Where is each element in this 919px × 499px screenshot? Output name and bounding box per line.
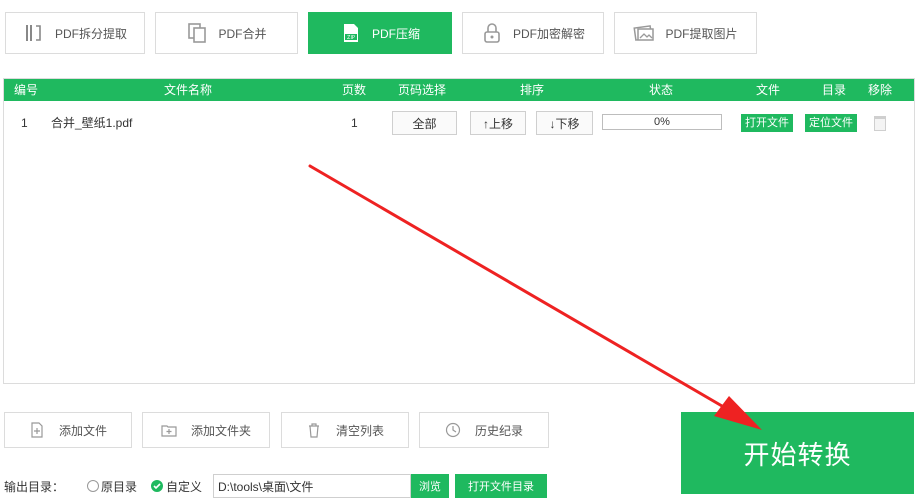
merge-icon — [186, 22, 208, 44]
tab-label: PDF拆分提取 — [54, 26, 127, 41]
move-down-button[interactable]: ↓下移 — [536, 111, 593, 135]
row-filename: 合并_壁纸1.pdf — [51, 116, 133, 130]
table-header: 编号 文件名称 页数 页码选择 排序 状态 文件 目录 移除 — [4, 79, 914, 101]
tab-pdf-merge[interactable]: PDF合并 — [155, 12, 298, 54]
tab-pdf-extract-images[interactable]: PDF提取图片 — [614, 12, 757, 54]
header-page-select: 页码选择 — [398, 83, 447, 97]
browse-button[interactable]: 浏览 — [411, 474, 449, 498]
clear-list-button[interactable]: 清空列表 — [281, 412, 409, 448]
progress-text: 0% — [654, 116, 670, 128]
header-pages: 页数 — [342, 83, 367, 97]
svg-text:ZIP: ZIP — [347, 35, 355, 41]
check-icon — [153, 483, 161, 490]
open-file-button[interactable]: 打开文件 — [741, 114, 793, 132]
header-remove: 移除 — [868, 83, 893, 97]
tool-tabs: PDF拆分提取 PDF合并 ZIP PDF压缩 PDF加密解密 PDF提取图片 — [0, 0, 919, 64]
trash-icon — [306, 422, 322, 438]
row-index: 1 — [21, 116, 28, 130]
add-folder-icon — [161, 422, 177, 438]
move-up-button[interactable]: ↑上移 — [470, 111, 526, 135]
output-path-input[interactable] — [213, 474, 411, 498]
add-folder-label: 添加文件夹 — [190, 423, 251, 438]
file-table: 编号 文件名称 页数 页码选择 排序 状态 文件 目录 移除 1 合并_壁纸1.… — [3, 78, 915, 384]
zip-icon: ZIP — [340, 22, 362, 44]
locate-file-button[interactable]: 定位文件 — [805, 114, 857, 132]
add-file-button[interactable]: 添加文件 — [4, 412, 132, 448]
radio-custom-label: 自定义 — [166, 480, 203, 494]
history-button[interactable]: 历史纪录 — [419, 412, 549, 448]
table-row: 1 合并_壁纸1.pdf 1 全部 ↑上移 ↓下移 0% 打开文件 定位文件 — [4, 109, 914, 137]
header-filename: 文件名称 — [164, 83, 213, 97]
start-convert-button[interactable]: 开始转换 — [681, 412, 914, 494]
add-folder-button[interactable]: 添加文件夹 — [142, 412, 270, 448]
tab-label: PDF加密解密 — [512, 26, 585, 41]
progress-bar: 0% — [602, 114, 722, 130]
clock-icon — [445, 422, 461, 438]
header-directory: 目录 — [822, 83, 847, 97]
split-icon — [23, 22, 45, 44]
image-icon — [633, 22, 655, 44]
tab-pdf-split[interactable]: PDF拆分提取 — [5, 12, 145, 54]
lock-icon — [481, 22, 503, 44]
radio-custom-dir[interactable] — [151, 480, 163, 492]
clear-list-label: 清空列表 — [335, 423, 384, 438]
open-directory-button[interactable]: 打开文件目录 — [455, 474, 547, 498]
tab-pdf-encrypt[interactable]: PDF加密解密 — [462, 12, 604, 54]
add-file-icon — [29, 422, 45, 438]
trash-icon[interactable] — [874, 116, 886, 131]
header-sort: 排序 — [520, 83, 545, 97]
header-file: 文件 — [756, 83, 781, 97]
output-dir-label: 输出目录： — [4, 480, 65, 494]
tab-label: PDF合并 — [218, 26, 267, 41]
history-label: 历史纪录 — [474, 423, 523, 438]
add-file-label: 添加文件 — [58, 423, 107, 438]
header-status: 状态 — [649, 83, 674, 97]
radio-original-dir[interactable] — [87, 480, 99, 492]
page-select-button[interactable]: 全部 — [392, 111, 457, 135]
header-index: 编号 — [14, 83, 39, 97]
row-pages: 1 — [351, 116, 358, 130]
radio-original-label: 原目录 — [101, 480, 138, 494]
tab-pdf-compress[interactable]: ZIP PDF压缩 — [308, 12, 452, 54]
tab-label: PDF压缩 — [371, 26, 420, 41]
tab-label: PDF提取图片 — [665, 26, 738, 41]
